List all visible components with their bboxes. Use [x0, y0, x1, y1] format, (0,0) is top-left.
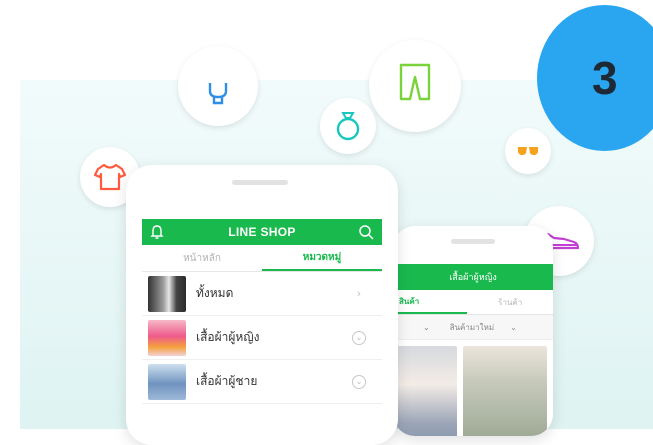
back-tab-products[interactable]: สินค้า — [393, 290, 468, 314]
lightbulb-icon-bubble — [178, 46, 258, 126]
lightbulb-icon — [208, 83, 228, 105]
category-row-mens[interactable]: เสื้อผ้าผู้ชาย ⌄ — [142, 360, 382, 404]
ring-icon-bubble — [320, 98, 376, 154]
category-label: ทั้งหมด — [196, 286, 234, 300]
sunglasses-icon — [518, 147, 538, 155]
phone-speaker — [451, 239, 495, 244]
tab-home[interactable]: หน้าหลัก — [142, 245, 262, 271]
category-thumbnail — [148, 363, 186, 400]
phone-speaker — [232, 180, 288, 185]
back-header-title: เสื้อผ้าผู้หญิง — [449, 273, 497, 283]
front-header: LINE SHOP — [142, 219, 382, 245]
app-title: LINE SHOP — [228, 225, 296, 239]
search-icon[interactable] — [358, 224, 374, 244]
pants-icon-bubble — [369, 40, 461, 132]
tab-categories[interactable]: หมวดหมู่ — [262, 245, 382, 271]
category-label: เสื้อผ้าผู้ชาย — [196, 374, 258, 388]
category-label: เสื้อผ้าผู้หญิง — [196, 330, 260, 344]
back-phone-screen: เสื้อผ้าผู้หญิง สินค้า ร้านค้า ⌄ สินค้าม… — [393, 264, 553, 436]
filter-chevron-icon[interactable]: ⌄ — [423, 323, 430, 332]
product-grid — [393, 340, 553, 436]
filter-sort-chevron-icon[interactable]: ⌄ — [510, 323, 517, 332]
category-row-all[interactable]: ทั้งหมด › — [142, 272, 382, 316]
sunglasses-icon-bubble — [505, 128, 551, 174]
chevron-down-circle-icon[interactable]: ⌄ — [352, 374, 366, 389]
product-image[interactable] — [463, 346, 547, 436]
back-phone: เสื้อผ้าผู้หญิง สินค้า ร้านค้า ⌄ สินค้าม… — [393, 226, 553, 436]
chevron-down-circle-icon[interactable]: ⌄ — [352, 330, 366, 345]
category-thumbnail — [148, 319, 186, 356]
back-filter-label[interactable]: สินค้ามาใหม่ — [450, 321, 494, 334]
back-header: เสื้อผ้าผู้หญิง — [393, 264, 553, 290]
category-row-womens[interactable]: เสื้อผ้าผู้หญิง ⌄ — [142, 316, 382, 360]
back-filter-bar: ⌄ สินค้ามาใหม่ ⌄ — [393, 315, 553, 340]
product-image[interactable] — [393, 346, 457, 436]
back-tabs: สินค้า ร้านค้า — [393, 290, 553, 315]
back-tab-shops[interactable]: ร้านค้า — [467, 290, 553, 314]
shirt-icon — [93, 163, 127, 191]
pants-icon — [399, 63, 431, 101]
bell-icon[interactable] — [150, 224, 164, 244]
chevron-right-icon[interactable]: › — [352, 287, 366, 301]
ring-icon — [336, 112, 360, 141]
step-number: 3 — [592, 52, 618, 104]
front-phone-screen: LINE SHOP หน้าหลัก หมวดหมู่ ทั้งหมด › เส… — [142, 219, 382, 445]
front-phone: LINE SHOP หน้าหลัก หมวดหมู่ ทั้งหมด › เส… — [126, 165, 398, 445]
front-tabs: หน้าหลัก หมวดหมู่ — [142, 245, 382, 272]
category-thumbnail — [148, 275, 186, 312]
